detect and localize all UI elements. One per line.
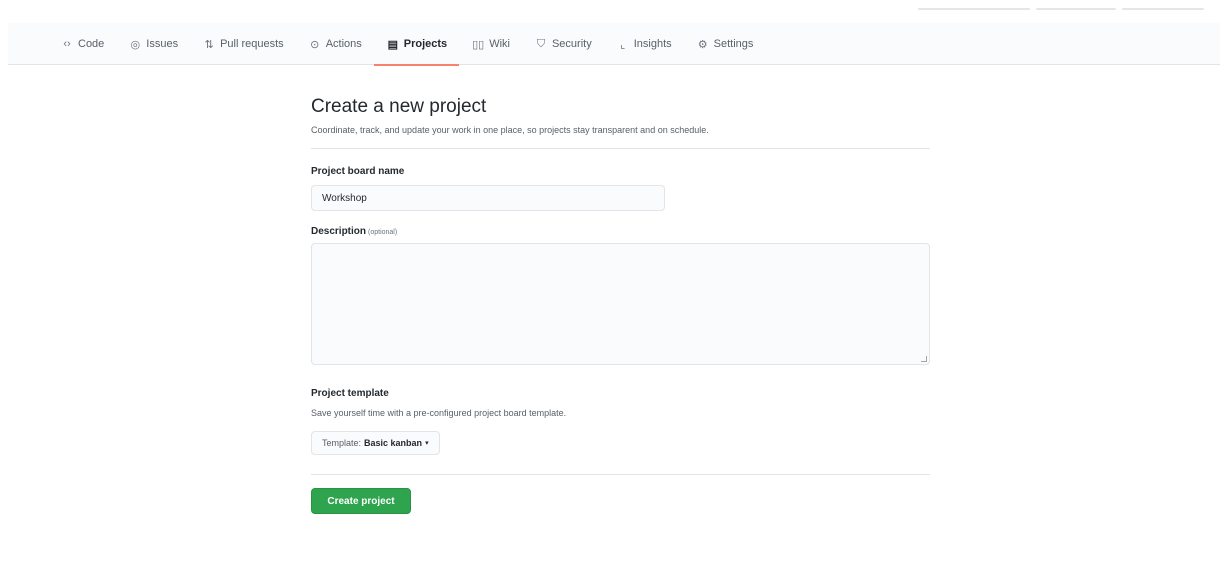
- description-label-text: Description: [311, 226, 367, 237]
- header-fragment: [918, 8, 1030, 10]
- template-prefix: Template:: [322, 438, 362, 448]
- tab-security[interactable]: ⛉ Security: [522, 23, 604, 65]
- pull-request-icon: ⇅: [204, 38, 214, 51]
- divider: [311, 474, 930, 475]
- graph-icon: ⌞: [620, 38, 626, 51]
- tab-insights[interactable]: ⌞ Insights: [604, 23, 684, 65]
- project-name-input[interactable]: [311, 185, 665, 211]
- description-label: Description (optional): [311, 226, 397, 239]
- optional-hint: (optional): [368, 229, 398, 236]
- tab-label: Wiki: [489, 38, 510, 50]
- tab-pull-requests[interactable]: ⇅ Pull requests: [190, 23, 296, 65]
- tab-label: Projects: [403, 38, 448, 50]
- tab-label: Security: [551, 38, 592, 50]
- tab-wiki[interactable]: ▯▯ Wiki: [459, 23, 522, 65]
- code-icon: ‹›: [63, 38, 71, 50]
- tab-settings[interactable]: ⚙ Settings: [684, 23, 766, 65]
- play-icon: ⊙: [310, 38, 320, 51]
- repo-nav: ‹› Code ◎ Issues ⇅ Pull requests ⊙ Actions ▤ Proj…: [8, 23, 1220, 66]
- header-fragment: [1122, 8, 1204, 10]
- template-value: Basic kanban: [364, 438, 423, 448]
- template-note: Save yourself time with a pre-configured…: [311, 408, 567, 418]
- template-select[interactable]: Template: Basic kanban ▾: [311, 431, 440, 455]
- top-strip: [0, 0, 1227, 12]
- divider: [311, 148, 930, 149]
- header-fragment: [1036, 8, 1116, 10]
- tab-code[interactable]: ‹› Code: [48, 23, 116, 65]
- tab-actions[interactable]: ⊙ Actions: [296, 23, 374, 65]
- tab-label: Actions: [325, 38, 362, 50]
- description-textarea[interactable]: [311, 243, 930, 365]
- page-title: Create a new project: [311, 96, 487, 117]
- tab-label: Issues: [146, 38, 179, 50]
- new-project-form: Create a new project Coordinate, track, …: [311, 96, 930, 136]
- caret-down-icon: ▾: [425, 440, 429, 447]
- create-project-button[interactable]: Create project: [311, 488, 411, 514]
- page-subtitle: Coordinate, track, and update your work …: [311, 125, 709, 135]
- tab-projects[interactable]: ▤ Projects: [373, 23, 460, 66]
- tab-label: Insights: [633, 38, 672, 50]
- shield-icon: ⛉: [536, 37, 546, 50]
- project-icon: ▤: [387, 38, 398, 51]
- book-icon: ▯▯: [472, 38, 485, 51]
- resize-handle-icon[interactable]: [921, 356, 927, 362]
- tab-label: Code: [78, 38, 105, 50]
- project-name-label: Project board name: [311, 166, 405, 177]
- issue-icon: ◎: [130, 38, 141, 51]
- gear-icon: ⚙: [697, 38, 708, 51]
- repo-tabs: ‹› Code ◎ Issues ⇅ Pull requests ⊙ Actions ▤ Proj…: [48, 23, 766, 66]
- template-label: Project template: [311, 388, 389, 399]
- tab-issues[interactable]: ◎ Issues: [116, 23, 190, 65]
- tab-label: Pull requests: [220, 38, 284, 50]
- tab-label: Settings: [713, 38, 754, 50]
